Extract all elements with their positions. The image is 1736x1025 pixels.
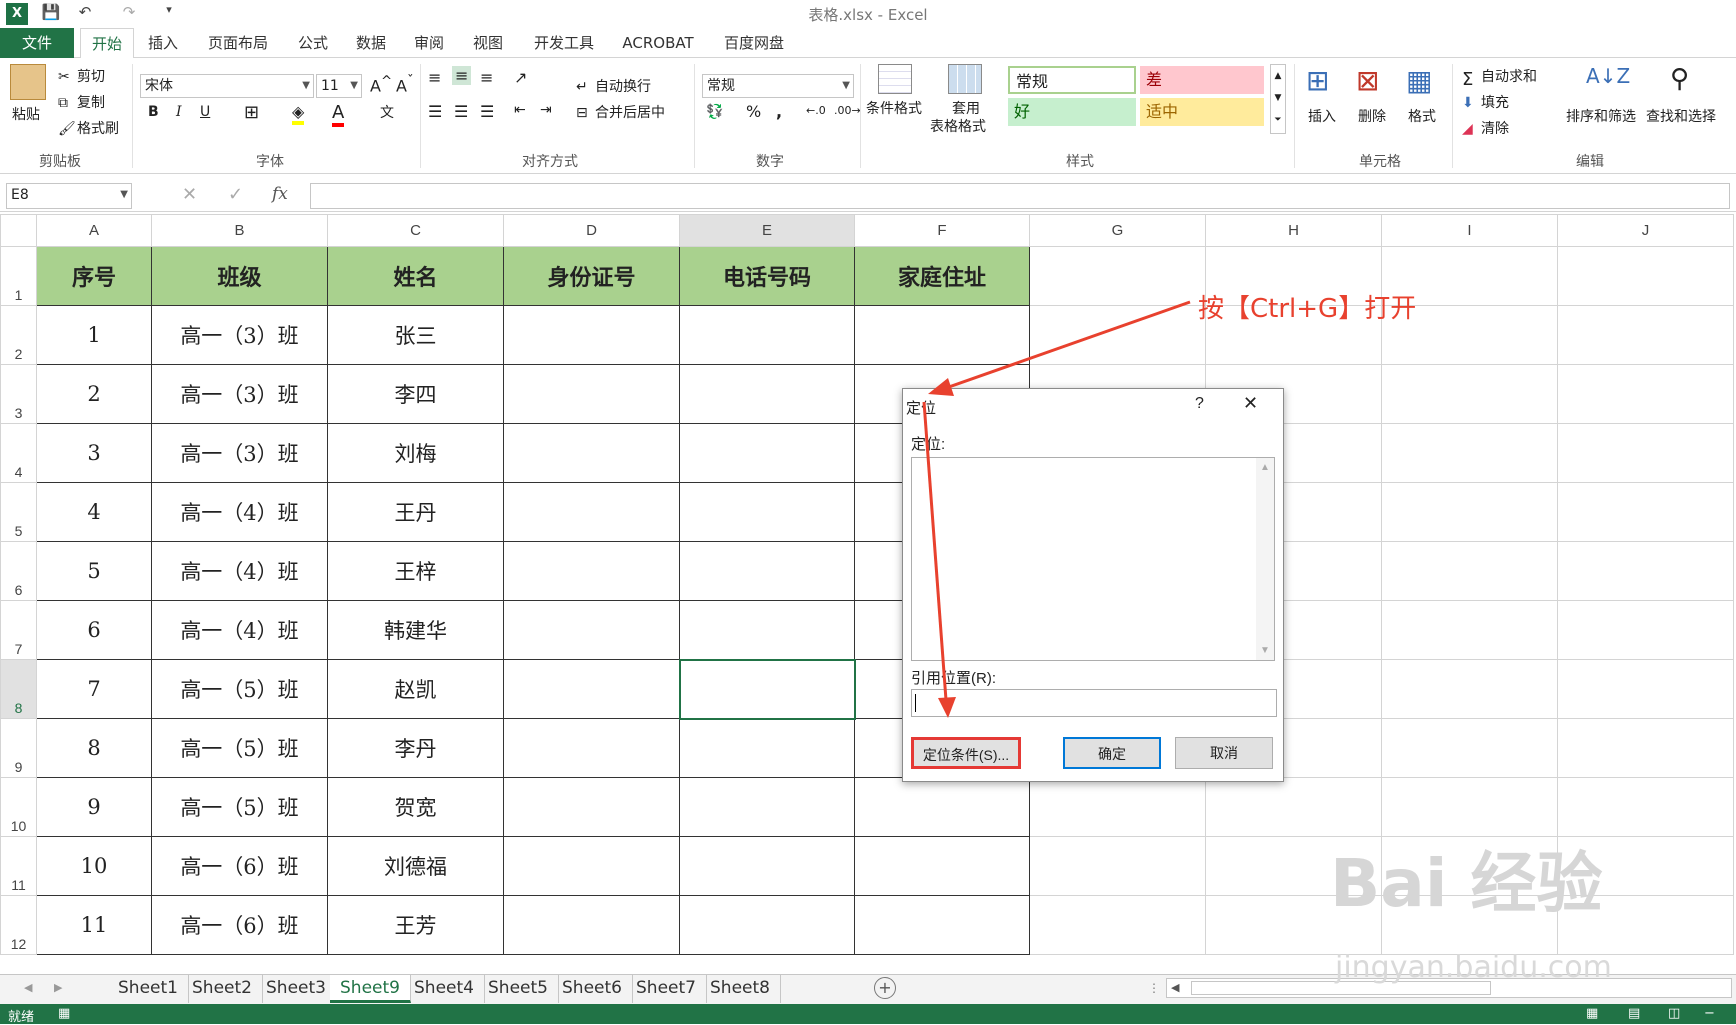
annotation-arrows — [922, 300, 1191, 718]
arrow-line-to-special — [922, 401, 948, 701]
arrow-head-to-dialog — [928, 378, 954, 396]
arrow-line-to-dialog — [945, 300, 1191, 390]
arrow-head-to-special — [938, 697, 956, 718]
